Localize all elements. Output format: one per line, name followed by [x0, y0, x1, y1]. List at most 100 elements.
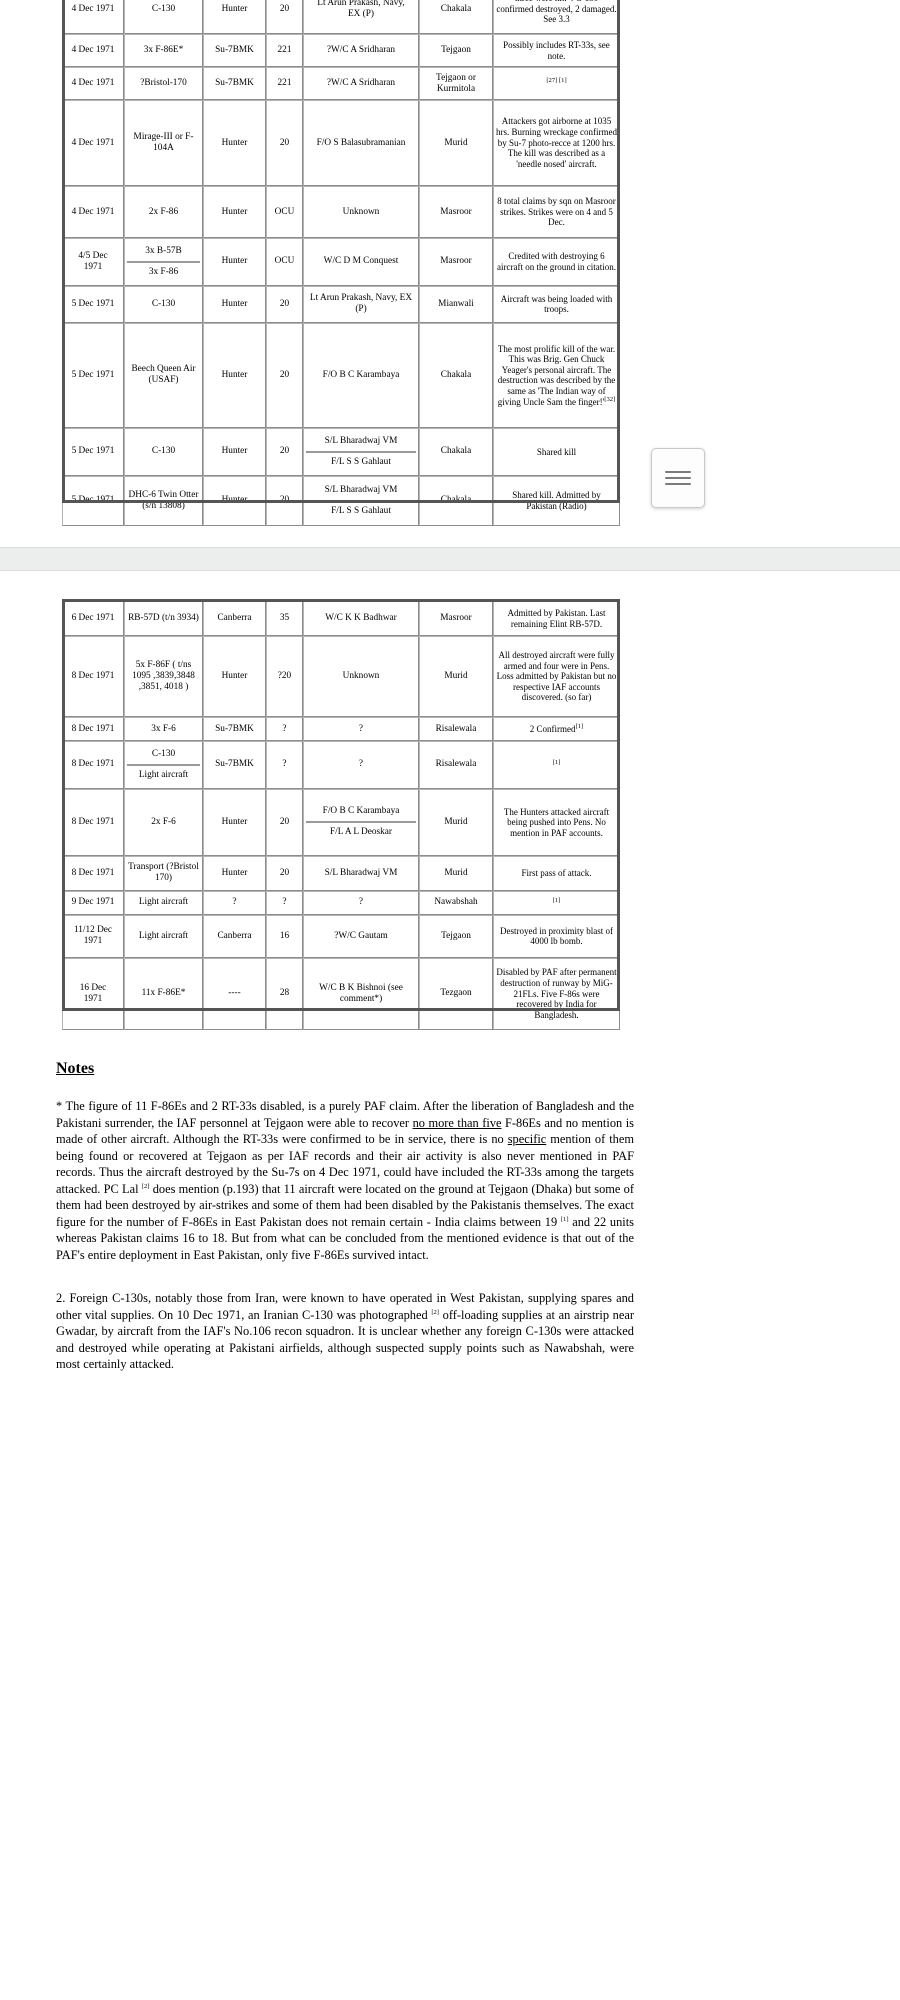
table-row: 8 Dec 1971 5x F-86F ( t/ns 1095 ,3839,38…: [62, 636, 620, 717]
cell-attacker: Hunter: [203, 855, 266, 891]
claims-table-bottom: 6 Dec 1971 RB-57D (t/n 3934) Canberra 35…: [62, 601, 620, 1030]
cell-base: Tejgaon: [419, 914, 493, 958]
table-row: 4 Dec 1971 3x F-86E* Su-7BMK 221 ?W/C A …: [62, 34, 620, 67]
cell-attacker: Su-7BMK: [203, 67, 266, 100]
stacked-values: F/O B C Karambaya F/L A L Deoskar: [306, 802, 416, 842]
cell-type: C-130: [124, 285, 203, 323]
reference-marker: [1]: [552, 758, 561, 766]
cell-base: Nawabshah: [419, 890, 493, 915]
cell-date: 5 Dec 1971: [62, 285, 124, 323]
menu-line-icon: [665, 477, 691, 479]
cell-base: Tezgaon: [419, 957, 493, 1030]
cell-base: Murid: [419, 636, 493, 717]
cell-sqn: 28: [266, 957, 303, 1030]
note1-underline-1: no more than five: [412, 1115, 502, 1130]
page-break-separator: [0, 547, 900, 571]
cell-attacker: Su-7BMK: [203, 741, 266, 789]
cell-pilot: Unknown: [303, 186, 419, 238]
cell-pilot: Unknown: [303, 636, 419, 717]
table-row: 5 Dec 1971 C-130 Hunter 20 Lt Arun Praka…: [62, 285, 620, 323]
cell-type: 2x F-86: [124, 186, 203, 238]
table-row: 8 Dec 1971 C-130 Light aircraft Su-7BMK …: [62, 741, 620, 789]
table-row: 5 Dec 1971 Beech Queen Air (USAF) Hunter…: [62, 322, 620, 428]
cell-type: 3x B-57B 3x F-86: [124, 238, 203, 286]
cell-date: 6 Dec 1971: [62, 601, 124, 636]
reference-marker: [1]: [560, 1215, 569, 1223]
cell-remarks: 8 total claims by sqn on Masroor strikes…: [493, 186, 620, 238]
stacked-value: S/L Bharadwaj VM: [324, 435, 398, 446]
cell-sqn: OCU: [266, 186, 303, 238]
cell-sqn: ?: [266, 717, 303, 741]
cell-date: 8 Dec 1971: [62, 855, 124, 891]
cell-sqn: OCU: [266, 238, 303, 286]
table-row: 5 Dec 1971 C-130 Hunter 20 S/L Bharadwaj…: [62, 427, 620, 476]
cell-type: 5x F-86F ( t/ns 1095 ,3839,3848 ,3851, 4…: [124, 636, 203, 717]
cell-attacker: Hunter: [203, 0, 266, 34]
cell-pilot: W/C D M Conquest: [303, 238, 419, 286]
cell-pilot: F/O B C Karambaya: [303, 322, 419, 428]
cell-remarks: Destroyed in proximity blast of 4000 lb …: [493, 914, 620, 958]
cell-remarks: The most prolific kill of the war. This …: [493, 322, 620, 428]
stacked-value: S/L Bharadwaj VM: [324, 484, 398, 495]
menu-line-icon: [665, 471, 691, 473]
cell-type: C-130 Light aircraft: [124, 741, 203, 789]
cell-remarks: Shared kill: [493, 427, 620, 476]
claims-table-top: 4 Dec 1971 C-130 Hunter 20 Lt Arun Praka…: [62, 0, 620, 526]
cell-pilot: F/O B C Karambaya F/L A L Deoskar: [303, 788, 419, 856]
cell-date: 16 Dec 1971: [62, 957, 124, 1030]
cell-date: 4 Dec 1971: [62, 100, 124, 186]
cell-date: 9 Dec 1971: [62, 890, 124, 915]
cell-base: Tejgaon or Kurmitola: [419, 67, 493, 100]
cell-type: Light aircraft: [124, 890, 203, 915]
cell-type: RB-57D (t/n 3934): [124, 601, 203, 636]
table-row: 16 Dec 1971 11x F-86E* ---- 28 W/C B K Bi…: [62, 957, 620, 1030]
cell-pilot: F/O S Balasubramanian: [303, 100, 419, 186]
cell-type: C-130: [124, 0, 203, 34]
stacked-value: 3x F-86: [127, 260, 200, 282]
cell-attacker: Su-7BMK: [203, 717, 266, 741]
reference-marker: [1]: [575, 722, 584, 730]
cell-date: 5 Dec 1971: [62, 427, 124, 476]
cell-sqn: ?: [266, 890, 303, 915]
table2-outer-border-left: [62, 599, 65, 1011]
table2-outer-border-bottom: [62, 1008, 620, 1011]
cell-date: 8 Dec 1971: [62, 741, 124, 789]
remarks-text: The most prolific kill of the war. This …: [497, 343, 616, 407]
cell-sqn: 221: [266, 67, 303, 100]
cell-remarks: Admitted by Pakistan. Last remaining Eli…: [493, 601, 620, 636]
cell-pilot: S/L Bharadwaj VM: [303, 855, 419, 891]
cell-date: 11/12 Dec 1971: [62, 914, 124, 958]
cell-sqn: ?20: [266, 636, 303, 717]
cell-base: Chakala: [419, 322, 493, 428]
cell-base: Chakala: [419, 427, 493, 476]
cell-sqn: 221: [266, 34, 303, 67]
cell-sqn: 20: [266, 100, 303, 186]
cell-attacker: Hunter: [203, 100, 266, 186]
cell-attacker: ?: [203, 890, 266, 915]
page-thumbnail-toggle[interactable]: [651, 448, 705, 508]
cell-attacker: Hunter: [203, 636, 266, 717]
notes-paragraph-1: * The figure of 11 F-86Es and 2 RT-33s d…: [56, 1098, 634, 1263]
cell-pilot: ?W/C A Sridharan: [303, 67, 419, 100]
cell-sqn: 20: [266, 285, 303, 323]
cell-base: Murid: [419, 855, 493, 891]
table2-outer-border-top: [62, 599, 620, 602]
cell-attacker: ----: [203, 957, 266, 1030]
cell-attacker: Hunter: [203, 186, 266, 238]
cell-base: Risalewala: [419, 741, 493, 789]
cell-type: 3x F-6: [124, 717, 203, 741]
reference-marker: [2]: [431, 1308, 440, 1316]
cell-type: 2x F-6: [124, 788, 203, 856]
stacked-value: F/O B C Karambaya: [322, 806, 400, 817]
cell-attacker: Hunter: [203, 788, 266, 856]
cell-date: 4 Dec 1971: [62, 186, 124, 238]
cell-remarks: Possibly includes RT-33s, see note.: [493, 34, 620, 67]
cell-attacker: Hunter: [203, 285, 266, 323]
table-row: 9 Dec 1971 Light aircraft ? ? ? Nawabsha…: [62, 890, 620, 915]
cell-base: Masroor: [419, 601, 493, 636]
cell-type: C-130: [124, 427, 203, 476]
cell-sqn: 20: [266, 322, 303, 428]
cell-base: Mianwali: [419, 285, 493, 323]
cell-pilot: W/C B K Bishnoi (see comment*): [303, 957, 419, 1030]
table-row: 4 Dec 1971 Mirage-III or F-104A Hunter 2…: [62, 100, 620, 186]
